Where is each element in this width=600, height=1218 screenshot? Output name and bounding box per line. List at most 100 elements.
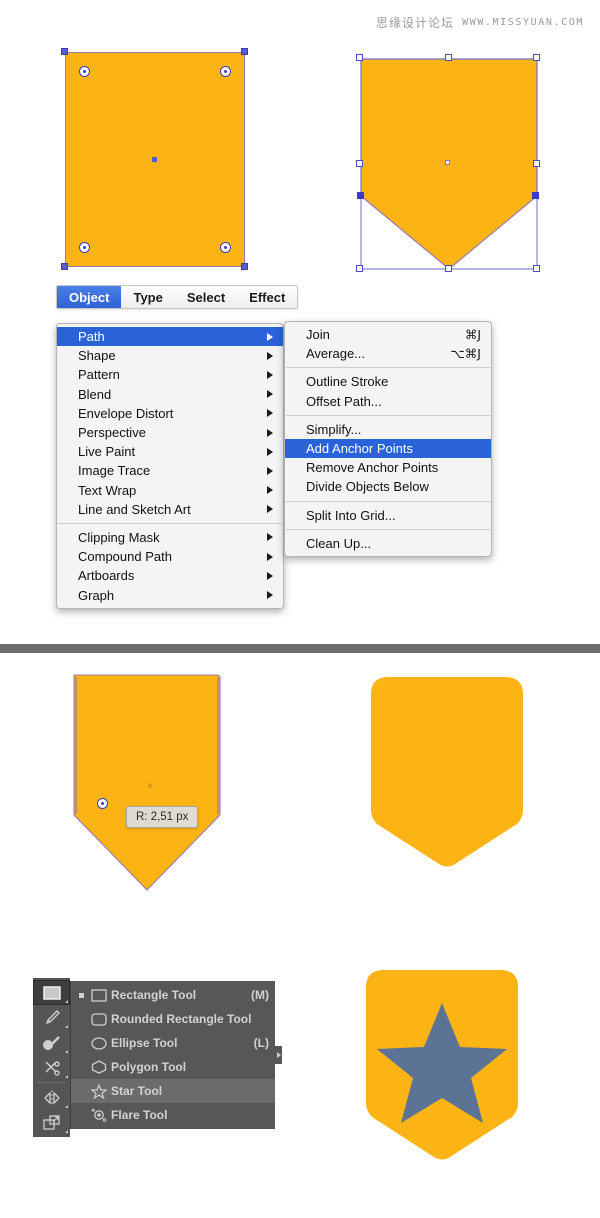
reflect-icon bbox=[43, 1089, 60, 1106]
chevron-right-icon bbox=[267, 571, 273, 580]
tool-scissors[interactable] bbox=[33, 1055, 70, 1080]
menu-item-label: Text Wrap bbox=[78, 482, 137, 498]
menu-item-perspective[interactable]: Perspective bbox=[57, 423, 283, 442]
center-x-mark: × bbox=[147, 781, 153, 792]
menu-item-blend[interactable]: Blend bbox=[57, 385, 283, 404]
menu-item-label: Blend bbox=[78, 386, 112, 402]
menu-item-text-wrap[interactable]: Text Wrap bbox=[57, 481, 283, 500]
section-divider bbox=[0, 644, 600, 653]
menu-item-graph[interactable]: Graph bbox=[57, 585, 283, 604]
menu-item-image-trace[interactable]: Image Trace bbox=[57, 461, 283, 480]
tool-paintbrush[interactable] bbox=[33, 1005, 70, 1030]
submenu-item-clean-up[interactable]: Clean Up... bbox=[285, 534, 491, 553]
active-tool-marker bbox=[75, 992, 87, 998]
tool-reflect[interactable] bbox=[33, 1085, 70, 1110]
submenu-item-label: Remove Anchor Points bbox=[306, 460, 439, 476]
menu-item-shape[interactable]: Shape bbox=[57, 346, 283, 365]
flyout-item-polygon-tool[interactable]: Polygon Tool bbox=[71, 1055, 275, 1079]
artwork-shield-smooth bbox=[357, 672, 537, 872]
center-point bbox=[445, 160, 450, 165]
submenu-item-label: Join bbox=[306, 327, 330, 343]
chevron-right-icon bbox=[267, 466, 273, 475]
menu-item-artboards[interactable]: Artboards bbox=[57, 566, 283, 585]
submenu-item-join[interactable]: Join ⌘J bbox=[285, 325, 491, 344]
rectangle-icon bbox=[87, 988, 111, 1002]
bbox-handle-br[interactable] bbox=[241, 263, 248, 270]
menubar-item-label: Effect bbox=[249, 289, 286, 305]
tool-blob-brush[interactable] bbox=[33, 1030, 70, 1055]
chevron-right-icon bbox=[267, 486, 273, 495]
rectangle-icon bbox=[42, 985, 61, 1000]
tool-free-transform[interactable] bbox=[33, 1110, 70, 1135]
flyout-item-star-tool[interactable]: Star Tool bbox=[71, 1079, 275, 1103]
tutorial-screenshot: 思缘设计论坛 WWW.MISSYUAN.COM Object Type Sele… bbox=[0, 0, 600, 1218]
path-submenu: Join ⌘J Average... ⌥⌘J Outline Stroke Of… bbox=[284, 321, 492, 557]
submenu-item-label: Outline Stroke bbox=[306, 374, 389, 390]
bbox-handle-tr[interactable] bbox=[533, 54, 540, 61]
artwork-shield-with-star bbox=[352, 965, 532, 1165]
menu-item-clipping-mask[interactable]: Clipping Mask bbox=[57, 528, 283, 547]
paintbrush-icon bbox=[45, 1009, 60, 1024]
bbox-handle-tl[interactable] bbox=[356, 54, 363, 61]
tool-rectangle[interactable] bbox=[33, 980, 70, 1005]
submenu-item-remove-anchor-points[interactable]: Remove Anchor Points bbox=[285, 458, 491, 477]
flyout-item-rounded-rectangle-tool[interactable]: Rounded Rectangle Tool bbox=[71, 1007, 275, 1031]
flyout-item-shortcut: (M) bbox=[251, 988, 269, 1002]
corner-widget-tr[interactable] bbox=[220, 66, 231, 77]
corner-widget-br[interactable] bbox=[220, 242, 231, 253]
scissors-icon bbox=[44, 1060, 60, 1076]
flyout-item-ellipse-tool[interactable]: Ellipse Tool (L) bbox=[71, 1031, 275, 1055]
submenu-item-label: Divide Objects Below bbox=[306, 479, 429, 495]
bbox-handle-bl[interactable] bbox=[61, 263, 68, 270]
flyout-item-shortcut: (L) bbox=[253, 1036, 269, 1050]
menu-item-path[interactable]: Path bbox=[57, 327, 283, 347]
menu-item-label: Line and Sketch Art bbox=[78, 501, 191, 517]
blob-brush-icon bbox=[42, 1035, 60, 1050]
submenu-item-label: Split Into Grid... bbox=[306, 507, 396, 523]
menu-item-envelope-distort[interactable]: Envelope Distort bbox=[57, 404, 283, 423]
menu-item-pattern[interactable]: Pattern bbox=[57, 365, 283, 384]
tools-panel bbox=[33, 978, 70, 1137]
menubar-item-object[interactable]: Object bbox=[57, 286, 122, 308]
flare-icon bbox=[87, 1108, 111, 1123]
bbox-handle-br[interactable] bbox=[533, 265, 540, 272]
flyout-item-rectangle-tool[interactable]: Rectangle Tool (M) bbox=[71, 983, 275, 1007]
submenu-item-split-into-grid[interactable]: Split Into Grid... bbox=[285, 506, 491, 525]
corner-widget-tl[interactable] bbox=[79, 66, 90, 77]
bbox-handle-bl[interactable] bbox=[356, 265, 363, 272]
bbox-handle-bc[interactable] bbox=[445, 265, 452, 272]
free-transform-icon bbox=[42, 1114, 60, 1130]
bbox-handle-tc[interactable] bbox=[445, 54, 452, 61]
submenu-item-simplify[interactable]: Simplify... bbox=[285, 420, 491, 439]
bbox-handle-tl[interactable] bbox=[61, 48, 68, 55]
submenu-item-divide-objects-below[interactable]: Divide Objects Below bbox=[285, 477, 491, 496]
flyout-item-label: Polygon Tool bbox=[111, 1060, 187, 1074]
submenu-item-offset-path[interactable]: Offset Path... bbox=[285, 392, 491, 411]
chevron-right-icon bbox=[267, 533, 273, 542]
submenu-item-label: Add Anchor Points bbox=[306, 441, 413, 457]
flyout-item-flare-tool[interactable]: Flare Tool bbox=[71, 1103, 275, 1127]
anchor-point-right[interactable] bbox=[532, 192, 539, 199]
menubar-item-effect[interactable]: Effect bbox=[237, 286, 297, 308]
menu-item-label: Artboards bbox=[78, 568, 135, 584]
menu-item-label: Compound Path bbox=[78, 549, 172, 565]
bbox-handle-tr[interactable] bbox=[241, 48, 248, 55]
menubar-item-type[interactable]: Type bbox=[121, 286, 174, 308]
menubar-item-select[interactable]: Select bbox=[175, 286, 237, 308]
corner-widget-active[interactable] bbox=[97, 798, 108, 809]
submenu-item-average[interactable]: Average... ⌥⌘J bbox=[285, 344, 491, 363]
submenu-item-outline-stroke[interactable]: Outline Stroke bbox=[285, 372, 491, 391]
submenu-item-add-anchor-points[interactable]: Add Anchor Points bbox=[285, 438, 491, 459]
chevron-right-icon bbox=[267, 505, 273, 514]
corner-widget-bl[interactable] bbox=[79, 242, 90, 253]
menu-item-live-paint[interactable]: Live Paint bbox=[57, 442, 283, 461]
flyout-item-label: Ellipse Tool bbox=[111, 1036, 178, 1050]
menu-item-label: Perspective bbox=[78, 425, 146, 441]
menu-item-line-and-sketch-art[interactable]: Line and Sketch Art bbox=[57, 500, 283, 519]
anchor-point-left[interactable] bbox=[357, 192, 364, 199]
bbox-handle-ml[interactable] bbox=[356, 160, 363, 167]
object-dropdown-menu: Path Shape Pattern Blend Envelope Distor… bbox=[56, 323, 284, 609]
bbox-handle-mr[interactable] bbox=[533, 160, 540, 167]
flyout-tear-off-tab[interactable] bbox=[275, 1046, 282, 1064]
menu-item-compound-path[interactable]: Compound Path bbox=[57, 547, 283, 566]
